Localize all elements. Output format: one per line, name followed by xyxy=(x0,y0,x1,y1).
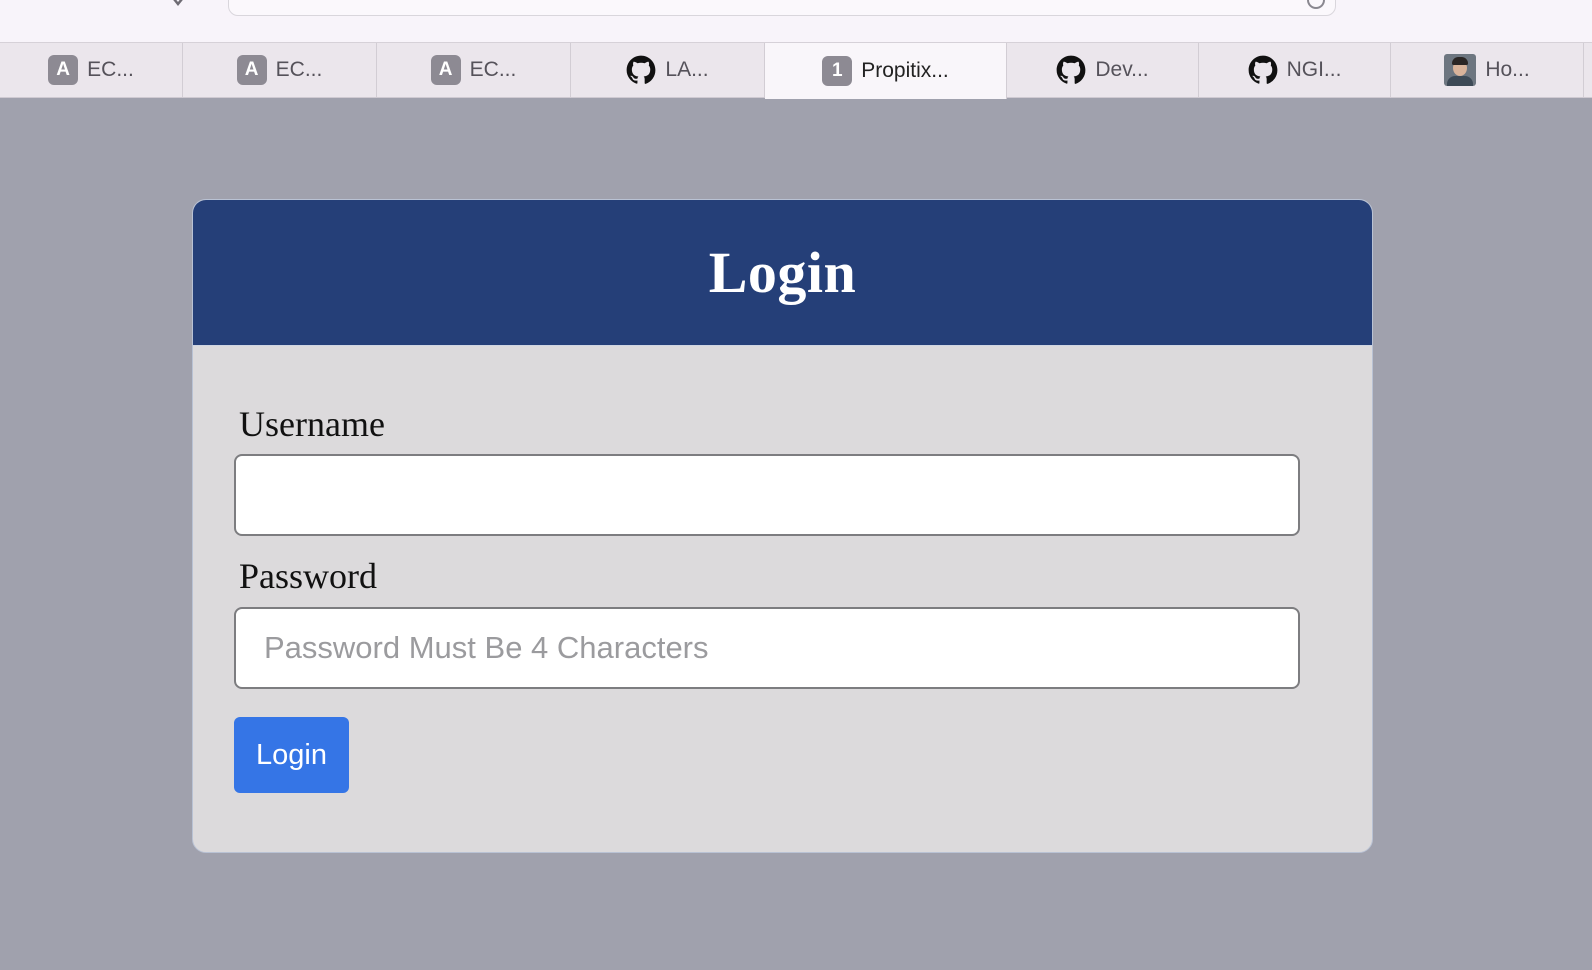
browser-tab[interactable]: A EC... xyxy=(377,43,571,97)
tab-label: Dev... xyxy=(1095,58,1149,81)
github-icon xyxy=(1056,55,1086,84)
username-input[interactable] xyxy=(234,454,1300,536)
browser-tab[interactable]: 1 Propitix... xyxy=(765,43,1007,99)
profile-photo-icon xyxy=(1444,54,1477,86)
password-input[interactable] xyxy=(234,607,1300,689)
tab-label: LA... xyxy=(665,58,709,81)
login-button[interactable]: Login xyxy=(234,717,349,793)
github-icon xyxy=(1248,55,1277,84)
browser-toolbar xyxy=(0,0,1592,42)
browser-tab[interactable]: NGI... xyxy=(1199,43,1391,97)
tab-label: EC... xyxy=(469,58,517,81)
username-label: Username xyxy=(239,404,385,444)
reload-icon[interactable] xyxy=(1307,0,1325,9)
favicon-letter-icon: A xyxy=(430,55,461,85)
browser-tab[interactable]: Ho... xyxy=(1391,43,1584,97)
github-icon xyxy=(627,55,656,84)
browser-tab[interactable]: A EC... xyxy=(0,43,183,97)
tab-label: EC... xyxy=(87,58,134,81)
tab-label: Propitix... xyxy=(861,59,949,82)
login-card: Login Username Password Login xyxy=(192,199,1373,853)
favicon-letter-icon: A xyxy=(236,55,267,85)
page-title: Login xyxy=(708,240,857,305)
tab-label: Ho... xyxy=(1485,58,1530,81)
favicon-letter-icon: 1 xyxy=(822,56,853,86)
browser-tab[interactable]: A EC... xyxy=(183,43,377,97)
tab-label: EC... xyxy=(275,58,323,81)
browser-tab[interactable]: Dev... xyxy=(1007,43,1199,97)
shield-icon xyxy=(173,0,183,6)
tab-bar: A EC... A EC... A EC... LA... 1 Propitix... Dev..… xyxy=(0,42,1592,99)
browser-tab[interactable]: LA... xyxy=(571,43,765,97)
address-bar[interactable] xyxy=(228,0,1336,16)
password-label: Password xyxy=(239,556,378,596)
tab-label: NGI... xyxy=(1286,58,1342,81)
login-card-header: Login xyxy=(193,200,1372,346)
favicon-letter-icon: A xyxy=(48,55,79,85)
